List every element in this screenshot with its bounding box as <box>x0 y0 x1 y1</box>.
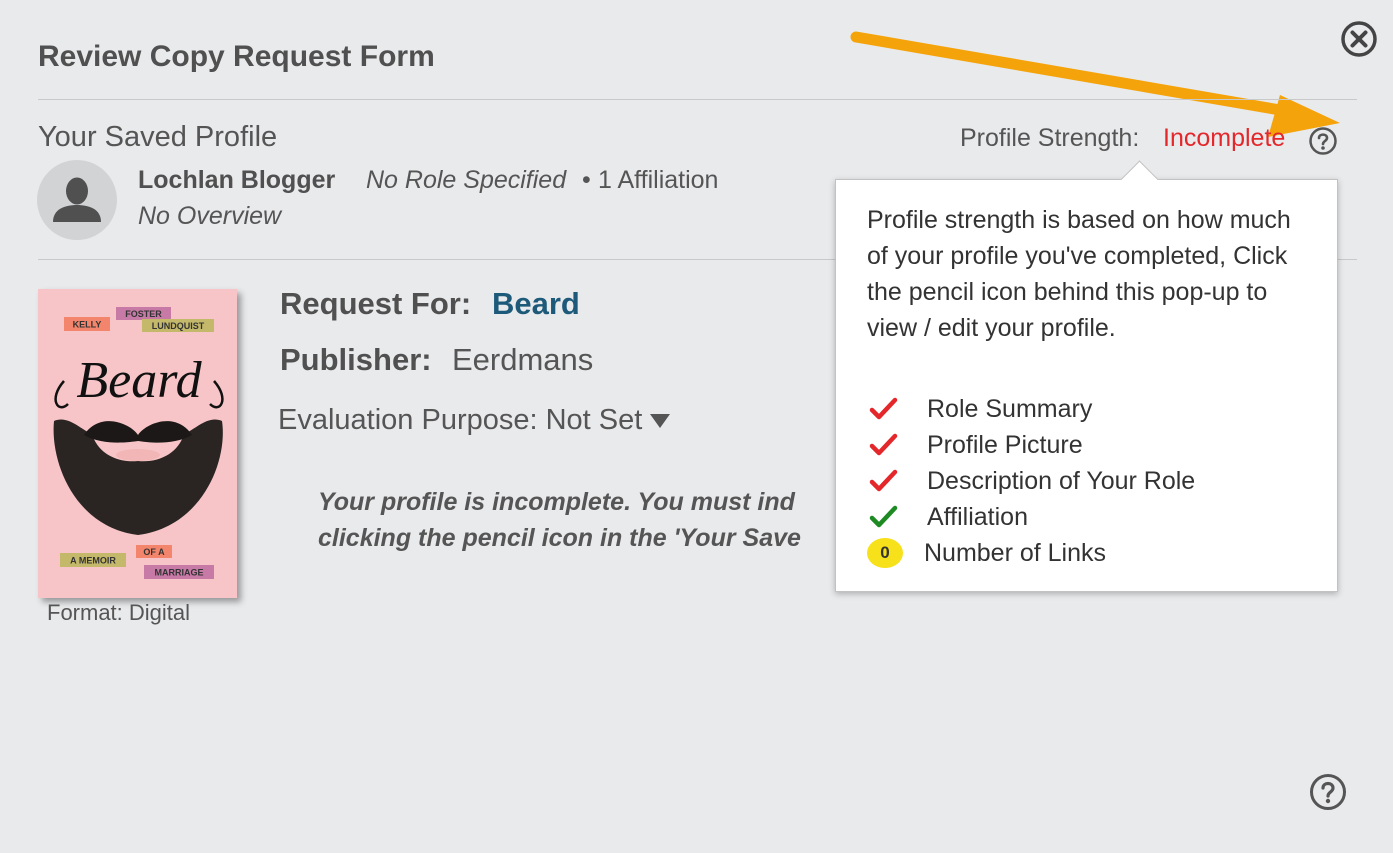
check-incomplete-icon <box>869 469 898 492</box>
profile-strength-value: Incomplete <box>1163 124 1286 152</box>
checklist-label: Description of Your Role <box>927 466 1196 495</box>
cover-author-last: LUNDQUIST <box>152 321 205 331</box>
checklist-item-role-summary: Role Summary <box>867 391 1195 427</box>
cover-title: Beard <box>76 352 202 409</box>
profile-checklist: Role Summary Profile Picture Description… <box>867 391 1195 571</box>
saved-profile-title: Your Saved Profile <box>38 121 278 153</box>
popup-pointer <box>1120 160 1159 199</box>
profile-strength-label: Profile Strength: <box>960 124 1140 152</box>
checklist-item-links: 0 Number of Links <box>867 535 1195 571</box>
check-incomplete-icon <box>869 397 898 420</box>
checklist-item-profile-picture: Profile Picture <box>867 427 1195 463</box>
profile-affiliations: 1 Affiliation <box>598 166 719 194</box>
request-book-title[interactable]: Beard <box>492 286 580 322</box>
profile-role: No Role Specified <box>366 166 567 194</box>
checklist-label: Affiliation <box>927 502 1028 531</box>
help-icon[interactable] <box>1309 773 1347 811</box>
cover-author-mid: FOSTER <box>125 309 162 319</box>
user-silhouette-icon <box>53 177 101 222</box>
incomplete-message-line2: clicking the pencil icon in the 'Your Sa… <box>318 524 801 552</box>
profile-strength-popup: Profile strength is based on how much of… <box>835 160 1338 592</box>
checklist-label: Profile Picture <box>927 430 1083 459</box>
checklist-label: Role Summary <box>927 394 1093 423</box>
profile-name: Lochlan Blogger <box>138 166 336 194</box>
evaluation-purpose-dropdown[interactable]: Evaluation Purpose: Not Set <box>278 404 671 437</box>
evaluation-purpose-value: Not Set <box>545 404 643 436</box>
cover-tag1: A MEMOIR <box>70 556 116 566</box>
popup-description: Profile strength is based on how much of… <box>867 206 1291 342</box>
checklist-item-role-description: Description of Your Role <box>867 463 1195 499</box>
publisher-label: Publisher: <box>280 342 432 377</box>
cover-author-first: KELLY <box>73 320 102 330</box>
caret-down-icon <box>650 414 671 429</box>
book-cover: KELLY FOSTER LUNDQUIST Beard A MEMOIR OF… <box>38 289 237 598</box>
avatar <box>37 160 117 240</box>
help-icon[interactable] <box>1308 126 1338 156</box>
links-count-badge: 0 <box>867 538 903 568</box>
form-title: Review Copy Request Form <box>38 40 435 73</box>
request-for-label: Request For: <box>280 286 472 321</box>
publisher-value: Eerdmans <box>452 342 594 377</box>
check-incomplete-icon <box>869 433 898 456</box>
cover-tag3: MARRIAGE <box>155 568 204 578</box>
checklist-label: Number of Links <box>924 538 1107 567</box>
checklist-item-affiliation: Affiliation <box>867 499 1195 535</box>
book-format: Format: Digital <box>47 600 191 625</box>
check-complete-icon <box>869 505 898 528</box>
cover-tag2: OF A <box>143 547 165 557</box>
incomplete-profile-message: Your profile is incomplete. You must ind… <box>318 484 918 556</box>
profile-overview: No Overview <box>138 202 282 230</box>
profile-separator: • <box>582 166 591 194</box>
incomplete-message-line1: Your profile is incomplete. You must ind <box>318 488 795 516</box>
evaluation-purpose-label: Evaluation Purpose: <box>278 404 538 436</box>
header-divider <box>38 99 1357 100</box>
